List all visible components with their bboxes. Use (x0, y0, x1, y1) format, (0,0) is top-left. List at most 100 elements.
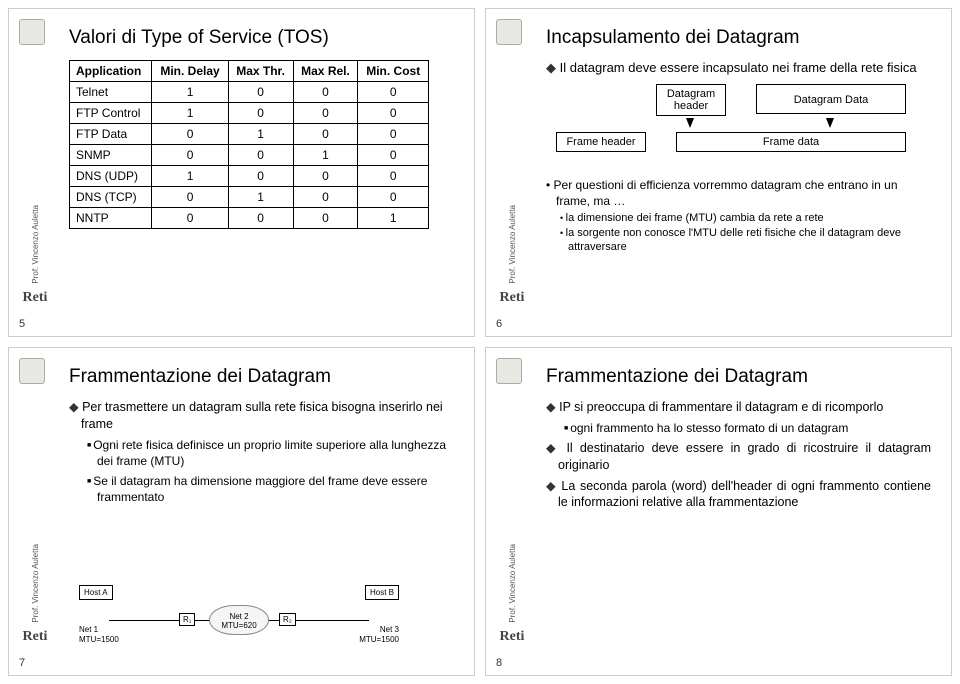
table-cell: 0 (152, 123, 228, 144)
bullet-1: Per questioni di efficienza vorremmo dat… (546, 178, 931, 209)
slide-title: Frammentazione dei Datagram (69, 366, 454, 389)
table-cell: 1 (152, 165, 228, 186)
table-cell: 0 (358, 123, 429, 144)
datagram-header-box: Datagram header (656, 84, 726, 116)
table-cell: 0 (293, 102, 358, 123)
bullet-list: Per questioni di efficienza vorremmo dat… (546, 178, 931, 254)
sidebar-author: Prof. Vincenzo Auletta (508, 544, 517, 623)
arrow-icon (686, 118, 694, 128)
mtu3-label: MTU=1500 (359, 635, 399, 644)
col-h3: Max Rel. (293, 60, 358, 81)
sidebar: Prof. Vincenzo Auletta Reti (11, 348, 59, 675)
lead-text: Il datagram deve essere incapsulato nei … (546, 60, 931, 76)
point-3: Se il datagram ha dimensione maggiore de… (69, 473, 454, 505)
point-2: ogni frammento ha lo stesso formato di u… (546, 420, 931, 436)
point-2: Ogni rete fisica definisce un proprio li… (69, 437, 454, 469)
router-1-box: R₁ (179, 613, 195, 626)
point-1: Per trasmettere un datagram sulla rete f… (69, 399, 454, 433)
net3-label: Net 3 (380, 625, 399, 634)
table-cell: DNS (UDP) (70, 165, 152, 186)
table-cell: 1 (152, 102, 228, 123)
host-b-label: Host B (370, 588, 394, 597)
mtu2-label: MTU=620 (221, 621, 256, 630)
table-cell: 0 (228, 165, 293, 186)
net1-label: Net 1 (79, 625, 98, 634)
slide-body: Per trasmettere un datagram sulla rete f… (69, 399, 454, 506)
sidebar-logo: Reti (500, 290, 525, 306)
table-cell: 0 (293, 165, 358, 186)
table-cell: 1 (228, 186, 293, 207)
sidebar-author: Prof. Vincenzo Auletta (31, 205, 40, 284)
slide-title: Incapsulamento dei Datagram (546, 27, 931, 50)
table-cell: 0 (228, 144, 293, 165)
frame-data-box: Frame data (676, 132, 906, 152)
table-cell: 0 (358, 102, 429, 123)
table-row: FTP Control1000 (70, 102, 429, 123)
host-a-label: Host A (84, 588, 108, 597)
table-cell: FTP Data (70, 123, 152, 144)
table-cell: 0 (293, 186, 358, 207)
sidebar: Prof. Vincenzo Auletta Reti (488, 9, 536, 336)
slide-title: Valori di Type of Service (TOS) (69, 27, 454, 50)
table-cell: NNTP (70, 207, 152, 228)
cloud-icon: Net 2 MTU=620 (209, 605, 269, 635)
table-cell: 1 (152, 81, 228, 102)
slide-title: Frammentazione dei Datagram (546, 366, 931, 389)
datagram-data-box: Datagram Data (756, 84, 906, 114)
arrow-icon (826, 118, 834, 128)
sidebar-author: Prof. Vincenzo Auletta (508, 205, 517, 284)
table-cell: 0 (152, 207, 228, 228)
table-cell: 1 (293, 144, 358, 165)
host-b-box: Host B (365, 585, 399, 600)
table-cell: 0 (293, 123, 358, 144)
table-cell: 0 (228, 81, 293, 102)
net2-label: Net 2 (229, 612, 248, 621)
slide-6: Prof. Vincenzo Auletta Reti Incapsulamen… (485, 8, 952, 337)
table-cell: SNMP (70, 144, 152, 165)
table-cell: 0 (358, 81, 429, 102)
table-cell: DNS (TCP) (70, 186, 152, 207)
table-row: DNS (TCP)0100 (70, 186, 429, 207)
table-row: DNS (UDP)1000 (70, 165, 429, 186)
table-row: SNMP0010 (70, 144, 429, 165)
table-cell: FTP Control (70, 102, 152, 123)
sidebar-logo: Reti (23, 629, 48, 645)
host-a-box: Host A (79, 585, 113, 600)
table-cell: 0 (293, 81, 358, 102)
sidebar-logo: Reti (500, 629, 525, 645)
encapsulation-diagram: Datagram header Datagram Data Frame head… (546, 84, 931, 174)
table-cell: 1 (228, 123, 293, 144)
page-number: 7 (19, 657, 25, 669)
col-h2: Max Thr. (228, 60, 293, 81)
sidebar: Prof. Vincenzo Auletta Reti (488, 348, 536, 675)
router-2-box: R₂ (279, 613, 296, 626)
network-diagram: Host A Host B R₁ R₂ Net 2 MTU=620 Net 1 … (79, 575, 399, 655)
point-1: IP si preoccupa di frammentare il datagr… (546, 399, 931, 416)
table-cell: 0 (228, 102, 293, 123)
table-cell: 1 (358, 207, 429, 228)
frame-header-box: Frame header (556, 132, 646, 152)
slide-5: Prof. Vincenzo Auletta Reti Valori di Ty… (8, 8, 475, 337)
tos-table: Application Min. Delay Max Thr. Max Rel.… (69, 60, 429, 229)
table-row: Telnet1000 (70, 81, 429, 102)
table-cell: 0 (228, 207, 293, 228)
point-3: Il destinatario deve essere in grado di … (546, 440, 931, 474)
page-number: 8 (496, 657, 502, 669)
sub-bullet-2: la sorgente non conosce l'MTU delle reti… (560, 226, 931, 255)
page-number: 6 (496, 318, 502, 330)
col-h0: Application (70, 60, 152, 81)
table-cell: 0 (152, 144, 228, 165)
sidebar: Prof. Vincenzo Auletta Reti (11, 9, 59, 336)
table-cell: 0 (358, 186, 429, 207)
table-row: NNTP0001 (70, 207, 429, 228)
mtu1-label: MTU=1500 (79, 635, 119, 644)
col-h1: Min. Delay (152, 60, 228, 81)
sub-bullet-1: la dimensione dei frame (MTU) cambia da … (560, 211, 931, 225)
slide-8: Prof. Vincenzo Auletta Reti Frammentazio… (485, 347, 952, 676)
page-number: 5 (19, 318, 25, 330)
slide-body: IP si preoccupa di frammentare il datagr… (546, 399, 931, 512)
table-row: FTP Data0100 (70, 123, 429, 144)
table-cell: Telnet (70, 81, 152, 102)
slide-7: Prof. Vincenzo Auletta Reti Frammentazio… (8, 347, 475, 676)
sidebar-logo: Reti (23, 290, 48, 306)
